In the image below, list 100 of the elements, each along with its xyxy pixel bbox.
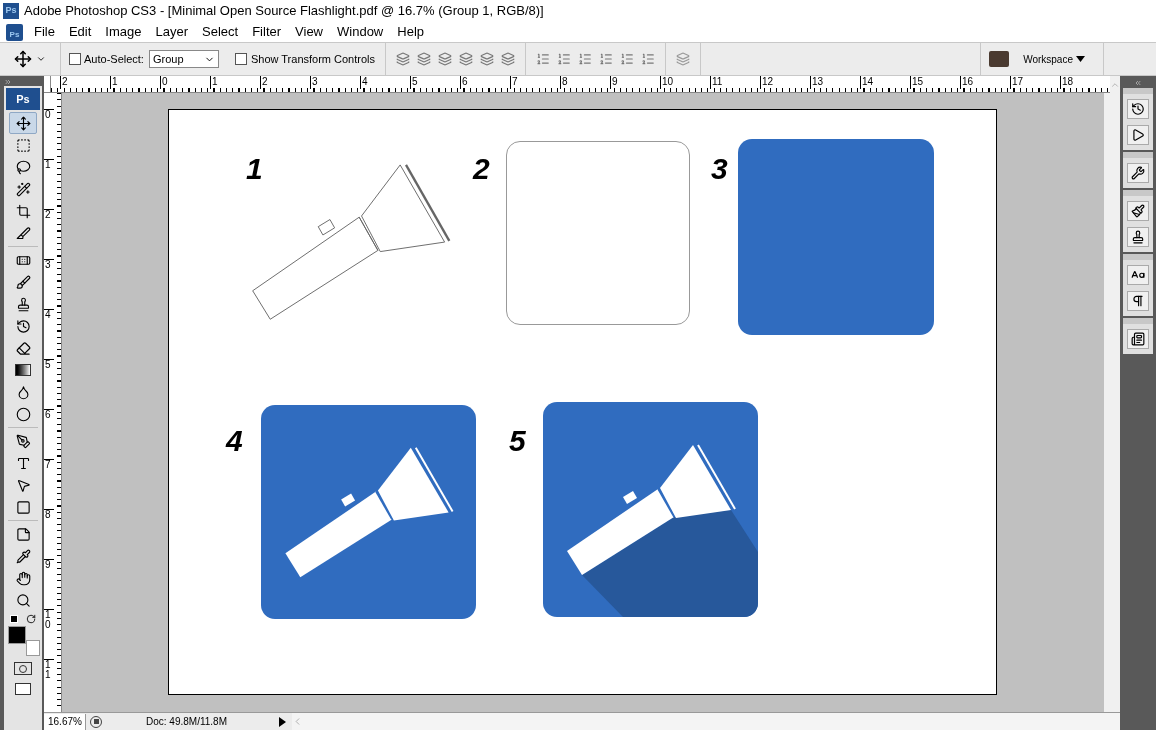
panel-button[interactable] (1127, 227, 1149, 247)
history-brush-icon (15, 318, 31, 334)
pen-tool-icon (15, 433, 31, 449)
ruler-label: 7 (44, 459, 54, 509)
wrench-icon (1131, 166, 1145, 180)
zoom-field[interactable]: 16.67% (44, 713, 86, 730)
ruler-label: 9 (44, 559, 54, 609)
workspace-button[interactable]: Workspace (1019, 51, 1089, 67)
ruler-label: 1 (44, 159, 54, 209)
panel-button[interactable] (1127, 163, 1149, 183)
menu-item[interactable]: Layer (148, 22, 196, 42)
panel-button[interactable] (1127, 99, 1149, 119)
paragraph-icon (1131, 294, 1145, 308)
move-tool-icon (15, 115, 31, 131)
ruler-label: 17 (1010, 76, 1060, 89)
default-colors-icon[interactable] (10, 615, 18, 623)
tool-button[interactable] (9, 112, 37, 134)
brush-icon (1131, 204, 1145, 218)
auto-select-checkbox[interactable] (69, 53, 81, 65)
zoom-icon (15, 592, 31, 608)
menu-item[interactable]: Help (390, 22, 431, 42)
ruler-label: 8 (560, 76, 610, 89)
caret-icon (1076, 56, 1085, 62)
ruler-label: 5 (44, 359, 54, 409)
brush-icon (15, 274, 31, 290)
artboard-number: 5 (509, 426, 526, 456)
droplet-icon (15, 384, 31, 400)
eyedropper-icon (15, 548, 31, 564)
ruler-label: 5 (410, 76, 460, 89)
ruler-label: 10 (44, 609, 54, 659)
expand-icon[interactable] (4, 78, 12, 86)
ruler-label: 0 (160, 76, 210, 89)
horizontal-scrollbar[interactable] (292, 713, 1120, 730)
artboard-number: 1 (246, 154, 263, 184)
ruler-origin[interactable] (44, 76, 51, 93)
app-menu-icon[interactable]: Ps (6, 23, 23, 41)
ruler-label: 11 (710, 76, 760, 89)
transform-controls-checkbox[interactable] (234, 53, 247, 65)
ruler-label: 6 (460, 76, 510, 89)
menu-item[interactable]: View (288, 22, 330, 42)
auto-select-label: Auto-Select: (84, 51, 144, 67)
panel-button[interactable] (1127, 329, 1149, 349)
menu-item[interactable]: File (27, 22, 62, 42)
document-icon (1131, 332, 1145, 346)
background-color-swatch[interactable] (26, 640, 40, 656)
ruler-label: 3 (44, 259, 54, 309)
ruler-label: 15 (910, 76, 960, 89)
slice-icon (15, 225, 31, 241)
panel-button[interactable] (1127, 125, 1149, 145)
ruler-label: 10 (660, 76, 710, 89)
group-dropdown[interactable]: Group (148, 50, 219, 68)
ruler-label: 3 (310, 76, 360, 89)
ruler-label: 14 (860, 76, 910, 89)
artboard-number: 3 (711, 154, 728, 184)
panel-button[interactable] (1127, 201, 1149, 221)
play-icon[interactable] (278, 716, 286, 727)
gradient-icon (15, 364, 31, 376)
menu-item[interactable]: Edit (61, 22, 99, 42)
ruler-label: 2 (260, 76, 310, 89)
ruler-label: 9 (610, 76, 660, 89)
app-logo-icon: Ps (6, 88, 40, 110)
type-tool-icon (15, 455, 31, 471)
dodge-icon (15, 406, 31, 422)
collapse-icon[interactable] (1134, 79, 1142, 87)
menu-item[interactable]: Filter (245, 22, 289, 42)
window-title: Adobe Photoshop CS3 - [Minimal Open Source Flashlight.pdf @ 16.7% (Group 1, RGB/8)] (24, 2, 544, 21)
pointer-icon (15, 477, 31, 493)
menu-item[interactable]: Window (330, 22, 391, 42)
caret-icon[interactable] (36, 54, 46, 64)
vertical-scrollbar[interactable] (1104, 93, 1120, 712)
foreground-color-swatch[interactable] (8, 626, 26, 644)
menu-item[interactable]: Select (195, 22, 246, 42)
ruler-label: 7 (510, 76, 560, 89)
menu-item[interactable]: Image (98, 22, 149, 42)
play-icon (1131, 128, 1145, 142)
ruler-label: 13 (810, 76, 860, 89)
eraser-icon (15, 340, 31, 356)
ruler-label: 2 (60, 76, 110, 89)
ruler-label: 6 (44, 409, 54, 459)
move-tool-icon[interactable] (14, 50, 32, 68)
ruler-label: 11 (44, 659, 54, 709)
panel-button[interactable] (1127, 291, 1149, 311)
lasso-tool-icon (15, 159, 31, 175)
app-logo-icon: Ps (3, 3, 19, 19)
artboard-number: 2 (473, 154, 490, 184)
magic-wand-icon (15, 181, 31, 197)
ruler-label: 0 (44, 109, 54, 159)
ruler-label: 1 (210, 76, 260, 89)
ruler-label: 4 (44, 309, 54, 359)
ruler-label: 4 (360, 76, 410, 89)
quick-mask-icon[interactable] (14, 662, 32, 675)
ruler-label: 1 (110, 76, 160, 89)
shape-tool-icon (15, 499, 31, 515)
marquee-tool-icon (15, 137, 31, 153)
swap-colors-icon[interactable] (26, 614, 36, 624)
artboard-number: 4 (226, 426, 243, 456)
ruler-label: 12 (760, 76, 810, 89)
screen-mode-icon[interactable] (15, 683, 31, 695)
panel-button[interactable] (1127, 265, 1149, 285)
transform-controls-label: Show Transform Controls (250, 51, 376, 67)
